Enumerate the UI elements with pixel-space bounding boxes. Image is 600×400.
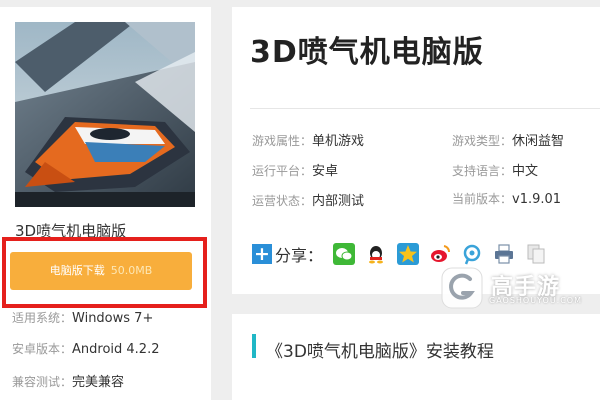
attr-value: 内部测试 [312, 194, 365, 209]
system-label: 适用系统： [12, 311, 73, 325]
install-guide-panel: 《3D喷气机电脑版》安装教程 [232, 314, 600, 400]
download-label: 电脑版下载 [49, 264, 105, 277]
gaoshouyou-logo-icon [441, 267, 483, 309]
attr-label: 运营状态： [252, 194, 313, 208]
game-detail-panel: 3D喷气机电脑版 游戏属性：单机游戏 游戏类型：休闲益智 运行平台：安卓 支持语… [232, 7, 600, 294]
attr-label: 当前版本： [452, 192, 513, 206]
watermark-subtext: GAOSHOUYOU.COM [489, 296, 583, 305]
title-divider [250, 108, 600, 109]
compat-row: 兼容测试：完美兼容 [12, 371, 124, 390]
android-label: 安卓版本： [12, 342, 73, 356]
game-cover-image [15, 22, 195, 207]
system-value: Windows 7+ [72, 311, 154, 326]
install-guide-title: 《3D喷气机电脑版》安装教程 [266, 342, 494, 362]
attr-label: 游戏类型： [452, 134, 513, 148]
attr-value: 安卓 [312, 164, 339, 179]
attr-language: 支持语言：中文 [452, 160, 538, 179]
attr-value: 单机游戏 [312, 134, 365, 149]
section-accent-bar [252, 334, 256, 358]
qzone-icon[interactable] [397, 243, 420, 265]
gaoshouyou-watermark: 高手游 GAOSHOUYOU.COM [439, 265, 581, 311]
android-value: Android 4.2.2 [72, 342, 160, 357]
pc-download-button[interactable]: 电脑版下载 50.0MB [10, 252, 192, 290]
share-bar: + 分享： [252, 240, 557, 268]
attr-status: 运营状态：内部测试 [252, 190, 364, 209]
attr-value: v1.9.01 [512, 192, 562, 207]
system-row: 适用系统：Windows 7+ [12, 309, 153, 326]
weibo-icon[interactable] [429, 243, 452, 265]
tencent-weibo-icon[interactable] [461, 243, 484, 265]
qq-icon[interactable] [365, 243, 388, 265]
print-icon[interactable] [493, 243, 516, 265]
attr-platform: 运行平台：安卓 [252, 160, 338, 179]
attr-label: 支持语言： [452, 164, 513, 178]
wechat-icon[interactable] [333, 243, 356, 265]
page-title: 3D喷气机电脑版 [250, 35, 484, 70]
attr-game-property: 游戏属性：单机游戏 [252, 130, 364, 149]
share-label: 分享： [275, 246, 324, 265]
attr-version: 当前版本：v1.9.01 [452, 190, 561, 207]
download-size: 50.0MB [110, 264, 153, 277]
copy-icon[interactable] [525, 243, 548, 265]
compat-value: 完美兼容 [72, 375, 125, 390]
attr-label: 运行平台： [252, 164, 313, 178]
share-plus-icon[interactable]: + [252, 244, 272, 264]
compat-label: 兼容测试： [12, 375, 73, 389]
attr-game-type: 游戏类型：休闲益智 [452, 130, 564, 149]
attr-label: 游戏属性： [252, 134, 313, 148]
android-row: 安卓版本：Android 4.2.2 [12, 340, 160, 357]
attr-value: 休闲益智 [512, 134, 565, 149]
attr-value: 中文 [512, 164, 539, 179]
